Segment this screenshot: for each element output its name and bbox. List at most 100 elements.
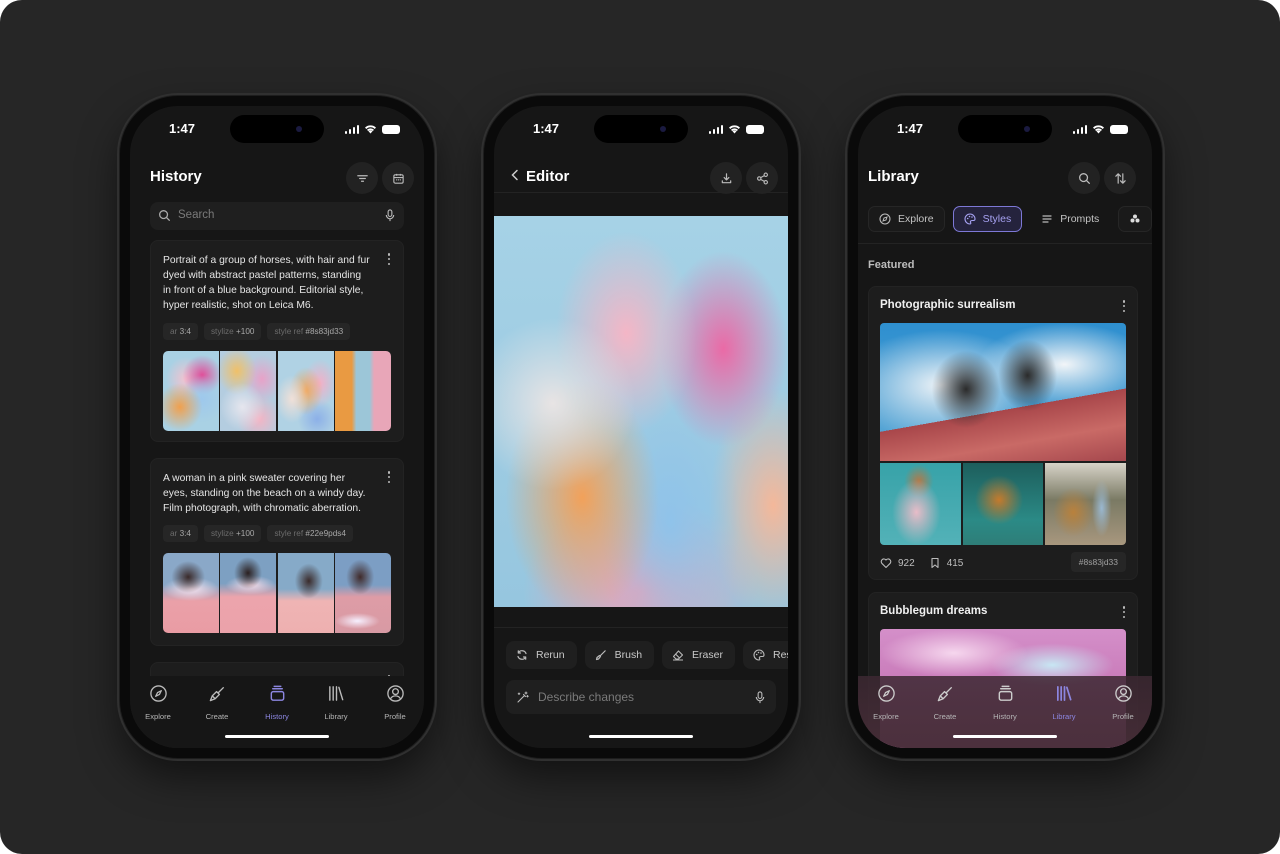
search-icon (1078, 172, 1090, 184)
style-name: Photographic surrealism (880, 299, 1016, 311)
share-icon (756, 172, 768, 184)
search-icon (159, 210, 170, 221)
style-card[interactable]: Photographic surrealism 922 415 #8s83jd3… (868, 286, 1138, 580)
brush-icon (937, 686, 952, 702)
more-options-icon[interactable] (1122, 606, 1126, 618)
tab-create[interactable]: Create (920, 684, 970, 724)
filter-icon (356, 174, 368, 182)
search-button[interactable] (1068, 162, 1100, 194)
download-icon (721, 172, 731, 183)
tab-profile[interactable]: Profile (1098, 684, 1148, 724)
header-divider (494, 192, 788, 193)
chip-style-ref: style ref #8s83jd33 (267, 323, 351, 340)
home-indicator (225, 734, 329, 738)
tab-history[interactable]: History (252, 684, 302, 724)
more-options-icon[interactable] (1122, 300, 1126, 312)
describe-changes-input[interactable]: Describe changes (506, 680, 776, 714)
wifi-icon (1093, 125, 1104, 134)
user-circle-icon (1114, 685, 1132, 702)
status-time: 1:47 (897, 121, 924, 136)
thumbnail[interactable] (163, 553, 219, 633)
heart-icon[interactable] (880, 557, 892, 569)
battery-icon (382, 124, 400, 134)
chip-aspect-ratio: ar 3:4 (163, 323, 198, 340)
filter-prompts[interactable]: Prompts (1030, 206, 1110, 232)
preview-image[interactable] (880, 463, 961, 545)
tab-explore[interactable]: Explore (133, 684, 183, 724)
tab-history[interactable]: History (980, 684, 1030, 724)
page-title: Editor (526, 168, 570, 185)
search-input[interactable]: Search (150, 202, 404, 230)
chip-stylize: stylize +100 (203, 323, 262, 340)
compass-icon (149, 685, 167, 702)
sort-button[interactable] (1104, 162, 1136, 194)
tab-create[interactable]: Create (192, 684, 242, 724)
signal-icon (708, 124, 723, 134)
eraser-icon (672, 650, 684, 661)
sort-icon (1114, 172, 1126, 184)
signal-icon (1072, 124, 1087, 134)
microphone-icon[interactable] (384, 209, 396, 222)
describe-placeholder: Describe changes (538, 690, 635, 704)
microphone-icon[interactable] (754, 691, 766, 704)
books-icon (328, 686, 343, 701)
thumbnail[interactable] (335, 351, 391, 431)
thumbnail[interactable] (220, 351, 277, 431)
bookmark-icon[interactable] (929, 557, 941, 569)
tab-explore[interactable]: Explore (861, 684, 911, 724)
filter-more[interactable] (1118, 206, 1152, 232)
save-count: 415 (946, 557, 964, 569)
lines-icon (1042, 215, 1052, 223)
palette-icon (753, 649, 765, 661)
thumbnail[interactable] (220, 553, 277, 633)
brush-icon (209, 686, 224, 702)
status-time: 1:47 (169, 121, 196, 136)
thumbnail[interactable] (277, 553, 334, 633)
page-title: Library (868, 168, 919, 185)
calendar-icon (392, 173, 404, 184)
tab-library[interactable]: Library (1039, 684, 1089, 724)
tab-library[interactable]: Library (311, 684, 361, 724)
page-title: History (150, 168, 202, 185)
history-card[interactable]: Portrait of a group of horses, with hair… (150, 240, 404, 442)
share-button[interactable] (746, 162, 778, 194)
refresh-icon (517, 650, 527, 660)
eraser-button[interactable]: Eraser (662, 641, 735, 669)
signal-icon (344, 124, 359, 134)
style-preview-mosaic (880, 323, 1126, 545)
calendar-button[interactable] (382, 162, 414, 194)
tab-bar: Explore Create History Library Profile (130, 676, 424, 748)
home-indicator (953, 734, 1057, 738)
rerun-button[interactable]: Rerun (506, 641, 577, 669)
download-button[interactable] (710, 162, 742, 194)
filter-styles[interactable]: Styles (952, 206, 1023, 232)
preview-image[interactable] (880, 323, 1126, 461)
editor-image-canvas[interactable] (494, 216, 788, 607)
library-filter-tabs: Explore Styles Prompts (868, 206, 1152, 232)
section-title: Featured (868, 259, 915, 271)
thumbnail[interactable] (277, 351, 334, 431)
magic-wand-icon (517, 691, 529, 703)
style-ref-tag[interactable]: #8s83jd33 (1070, 552, 1126, 572)
stack-icon (270, 685, 284, 701)
more-options-icon[interactable] (387, 471, 391, 483)
wifi-icon (729, 125, 740, 134)
chip-style-ref: style ref #22e9pds4 (267, 525, 353, 542)
preview-image[interactable] (1045, 463, 1126, 545)
thumbnail[interactable] (335, 553, 391, 633)
status-bar: 1:47 (130, 118, 424, 138)
restyle-button[interactable]: Restyle (742, 641, 788, 669)
filter-explore[interactable]: Explore (868, 206, 945, 232)
compass-icon (877, 685, 895, 702)
brush-button[interactable]: Brush (584, 641, 655, 669)
filter-button[interactable] (346, 162, 378, 194)
phone-editor: 1:47 Editor Rerun Brush Eraser Re Descri… (481, 93, 801, 761)
tab-profile[interactable]: Profile (370, 684, 420, 724)
preview-image[interactable] (962, 463, 1044, 545)
history-screen: 1:47 History Search Portrait of a group … (130, 106, 424, 748)
books-icon (1056, 685, 1072, 702)
back-icon[interactable] (510, 169, 520, 181)
history-card[interactable]: A woman in a pink sweater covering her e… (150, 458, 404, 646)
thumbnail[interactable] (163, 351, 219, 431)
more-options-icon[interactable] (387, 253, 391, 265)
